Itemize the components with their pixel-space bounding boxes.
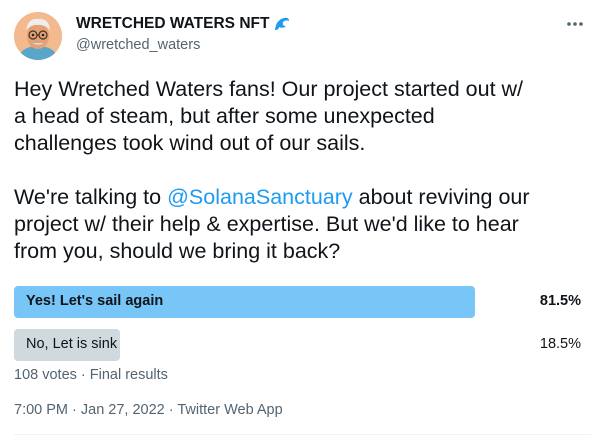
author-handle[interactable]: @wretched_waters (76, 37, 291, 53)
poll-option-label: Yes! Let's sail again (26, 293, 164, 309)
poll-option-label: No, Let is sink (26, 336, 118, 352)
divider (14, 434, 591, 435)
poll: Yes! Let's sail again 81.5% No, Let is s… (14, 286, 589, 372)
display-name[interactable]: WRETCHED WATERS NFT (76, 15, 269, 33)
author-names: WRETCHED WATERS NFT @wretched_waters (76, 15, 291, 53)
display-name-row[interactable]: WRETCHED WATERS NFT (76, 15, 291, 33)
poll-option-yes: Yes! Let's sail again 81.5% (14, 286, 589, 318)
poll-option-percent: 81.5% (539, 293, 581, 309)
wave-icon (273, 15, 291, 33)
poll-option-no: No, Let is sink 18.5% (14, 329, 589, 361)
tweet-header: WRETCHED WATERS NFT @wretched_waters (14, 12, 591, 64)
poll-results-meta: 108 votes · Final results (14, 367, 168, 383)
mention-link[interactable]: @SolanaSanctuary (167, 185, 353, 209)
more-options-icon[interactable] (563, 14, 587, 34)
avatar[interactable] (14, 12, 62, 60)
avatar-illustration (14, 12, 62, 60)
tweet-text: Hey Wretched Waters fans! Our project st… (14, 76, 589, 265)
poll-option-percent: 18.5% (539, 336, 581, 352)
tweet-timestamp[interactable]: 7:00 PM · Jan 27, 2022 · Twitter Web App (14, 402, 283, 418)
